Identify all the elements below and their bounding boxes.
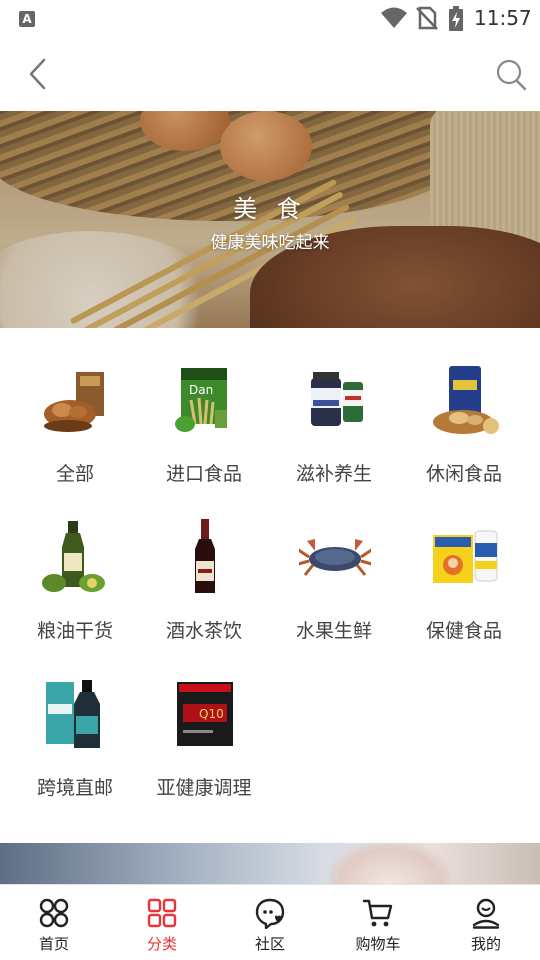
category-item-all[interactable]: 全部 [10,345,140,495]
bottom-tab-bar: 首页 分类 社区 购物车 我的 [0,884,540,960]
tab-category[interactable]: 分类 [108,885,216,960]
category-label: 水果生鲜 [295,620,372,642]
status-bar: A 11:57 [0,0,540,36]
battery-charging-icon [449,6,463,31]
app-notification-icon: A [19,11,35,27]
category-label: 亚健康调理 [156,777,252,799]
category-label: 跨境直邮 [36,777,113,799]
category-item-sub-health[interactable]: Q10 亚健康调理 [139,659,269,809]
crackers-snack-image [433,366,499,434]
category-label: 休闲食品 [425,463,502,485]
home-icon [39,898,69,928]
category-label: 滋补养生 [295,463,372,485]
category-item-imported-food[interactable]: Dan 进口食品 [139,345,269,495]
tab-label: 分类 [146,935,177,953]
wine-bottle-image [195,519,215,593]
imported-snack-box-image: Dan [175,368,227,432]
q10-box-image: Q10 [177,682,233,746]
cross-border-bottle-image [46,680,100,748]
promo-banner-strip[interactable] [0,843,540,884]
cart-icon [362,899,393,927]
nuts-gift-box-image [44,372,104,432]
tab-profile[interactable]: 我的 [432,885,540,960]
category-label: 粮油干货 [36,620,113,642]
category-label: 酒水茶饮 [165,620,242,642]
tab-label: 社区 [254,935,285,953]
tab-label: 我的 [470,935,501,953]
category-item-cross-border[interactable]: 跨境直邮 [10,659,140,809]
svg-text:Dan: Dan [189,383,213,397]
chevron-left-icon[interactable] [24,56,54,92]
tab-label: 首页 [38,935,69,953]
category-item-health-food[interactable]: 保健食品 [399,502,529,652]
svg-text:Q10: Q10 [199,707,224,721]
supplement-bottles-image [311,372,363,426]
category-label: 进口食品 [165,463,242,485]
status-time: 11:57 [474,6,532,30]
category-grid-icon [147,898,177,928]
tab-label: 购物车 [355,935,401,953]
no-sim-icon [416,6,438,30]
profile-icon [472,898,500,929]
category-label: 保健食品 [425,620,502,642]
category-item-fresh[interactable]: 水果生鲜 [269,502,399,652]
crab-image [299,539,371,576]
category-item-snacks[interactable]: 休闲食品 [399,345,529,495]
category-banner: 美 食 健康美味吃起来 [0,111,540,328]
wifi-icon [381,7,407,28]
search-icon[interactable] [494,56,528,92]
category-item-drinks[interactable]: 酒水茶饮 [139,502,269,652]
vitamin-pack-image [433,530,498,583]
tab-community[interactable]: 社区 [216,885,324,960]
olive-oil-bottle-image [42,521,105,592]
category-item-grain-oil[interactable]: 粮油干货 [10,502,140,652]
category-item-nourishing[interactable]: 滋补养生 [269,345,399,495]
category-label: 全部 [55,463,94,485]
tab-home[interactable]: 首页 [0,885,108,960]
banner-subtitle: 健康美味吃起来 [210,233,330,253]
community-chat-icon [255,898,285,929]
tab-cart[interactable]: 购物车 [324,885,432,960]
top-nav-bar [0,36,540,111]
banner-title: 美 食 [233,195,307,223]
